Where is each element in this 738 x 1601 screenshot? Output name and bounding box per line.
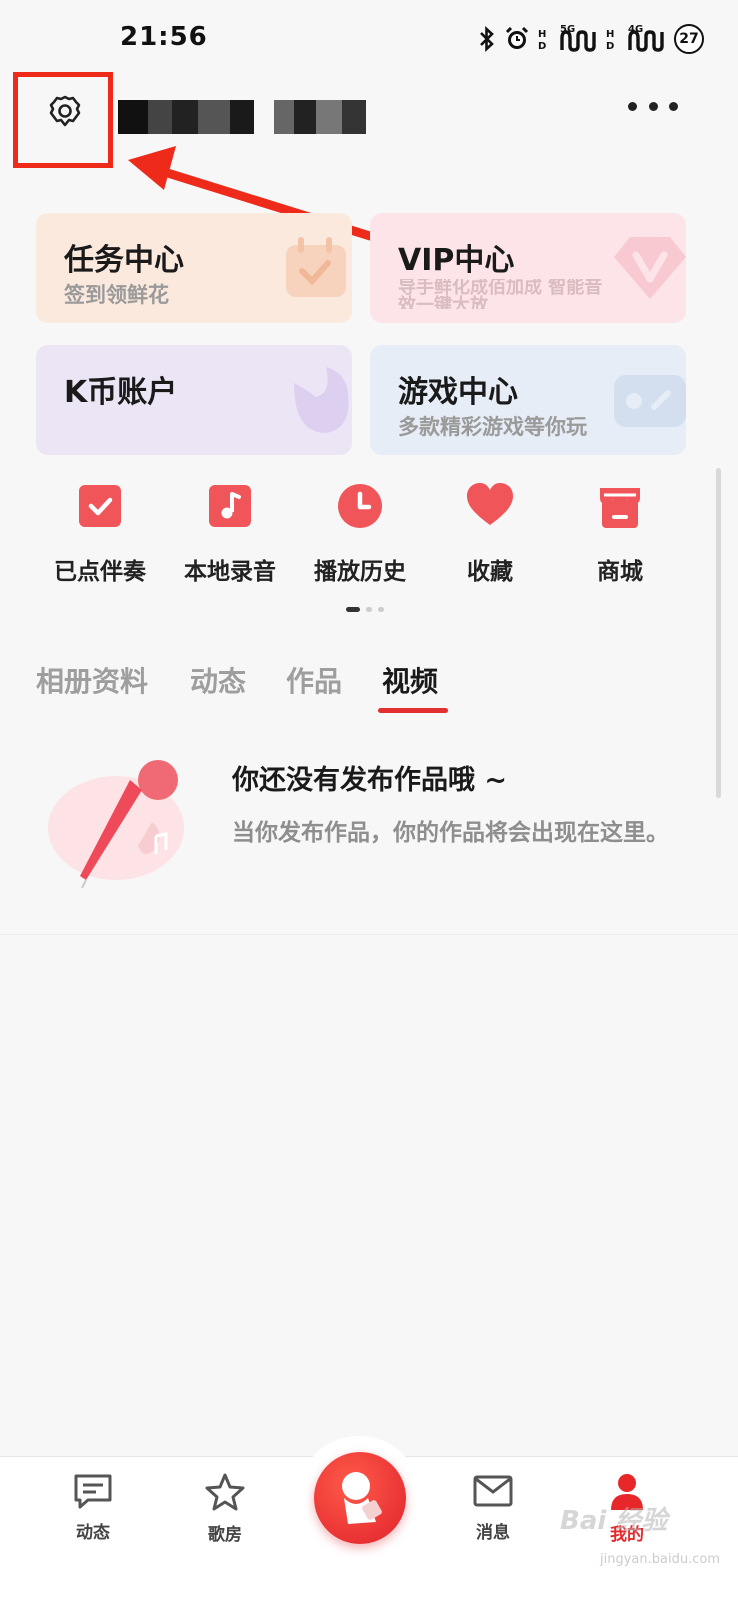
card-subtitle: 多款精彩游戏等你玩: [398, 415, 587, 439]
checkbox-icon: [79, 485, 121, 527]
svg-text:H: H: [538, 29, 546, 40]
scrollbar[interactable]: [716, 468, 721, 798]
task-center-card[interactable]: 任务中心 签到领鲜花: [36, 213, 352, 323]
hd-icon: HD: [606, 29, 614, 52]
empty-state-description: 当你发布作品，你的作品将会出现在这里。: [232, 820, 669, 846]
hd-icon: HD: [538, 29, 546, 52]
nav-messages[interactable]: 消息: [448, 1472, 538, 1543]
game-center-card[interactable]: 游戏中心 多款精彩游戏等你玩: [370, 345, 686, 455]
card-title: VIP中心: [398, 243, 515, 278]
highlight-box: [13, 72, 113, 168]
clock-icon: [338, 484, 382, 528]
music-note-icon: [209, 485, 251, 527]
sing-button[interactable]: [314, 1452, 406, 1544]
battery-indicator: 27: [674, 24, 704, 54]
username-blurred: [118, 100, 366, 134]
nav-song-room[interactable]: 歌房: [180, 1472, 270, 1545]
shortcut-played-accompaniment[interactable]: 已点伴奏: [40, 482, 160, 586]
heart-icon: [467, 483, 513, 525]
tab-video[interactable]: 视频: [382, 660, 438, 700]
card-title: K币账户: [64, 375, 178, 410]
shortcut-favorites[interactable]: 收藏: [430, 482, 550, 586]
card-subtitle: 签到领鲜花: [64, 283, 169, 307]
status-time: 21:56: [120, 22, 208, 52]
empty-state-title: 你还没有发布作品哦 ~: [232, 765, 508, 796]
mail-icon: [473, 1475, 513, 1507]
divider: [0, 934, 738, 935]
svg-text:D: D: [538, 41, 546, 52]
nav-moments[interactable]: 动态: [48, 1472, 138, 1543]
card-subtitle: 导手鲜化成佰加成 智能音效一键大放: [398, 279, 603, 309]
diamond-v-icon: [614, 237, 686, 299]
watermark-url: jingyan.baidu.com: [600, 1552, 720, 1567]
card-title: 任务中心: [64, 243, 184, 278]
svg-text:D: D: [606, 41, 614, 52]
gamepad-icon: [614, 375, 686, 427]
card-title: 游戏中心: [398, 375, 518, 410]
more-dots-icon: [628, 101, 637, 111]
shortcut-label: 已点伴奏: [54, 559, 146, 585]
shop-icon: [600, 488, 640, 528]
shortcut-local-recording[interactable]: 本地录音: [170, 482, 290, 586]
shortcut-label: 收藏: [467, 559, 513, 585]
shortcut-label: 播放历史: [314, 559, 406, 585]
sing-button-icon: [342, 1472, 382, 1524]
signal-5g-icon: 5G: [560, 24, 598, 52]
tab-album-profile[interactable]: 相册资料: [36, 660, 148, 700]
bluetooth-icon: [480, 26, 494, 52]
tab-active-indicator: [378, 708, 448, 713]
star-icon: [205, 1473, 245, 1511]
tab-works[interactable]: 作品: [286, 660, 342, 700]
alarm-icon: [505, 26, 529, 49]
shortcut-shop[interactable]: 商城: [560, 482, 680, 586]
nav-label: 消息: [476, 1523, 510, 1543]
shortcut-label: 本地录音: [184, 559, 276, 585]
more-button[interactable]: [628, 94, 678, 118]
status-icons: HD 5G HD 4G 27: [478, 24, 704, 54]
calendar-check-icon: [286, 237, 346, 297]
vip-center-card[interactable]: VIP中心 导手鲜化成佰加成 智能音效一键大放: [370, 213, 686, 323]
watermark: Bai 经验: [560, 1506, 668, 1536]
tab-moments[interactable]: 动态: [190, 660, 246, 700]
k-coin-account-card[interactable]: K币账户: [36, 345, 352, 455]
shortcut-label: 商城: [597, 559, 643, 585]
nav-label: 歌房: [208, 1525, 242, 1545]
chat-icon: [74, 1474, 112, 1509]
leaf-icon: [294, 367, 349, 433]
nav-label: 动态: [76, 1523, 110, 1543]
shortcut-play-history[interactable]: 播放历史: [300, 482, 420, 586]
microphone-icon: [48, 760, 184, 889]
svg-text:H: H: [606, 29, 614, 40]
signal-4g-icon: 4G: [628, 24, 666, 52]
shortcut-pager-dots: [346, 607, 384, 612]
